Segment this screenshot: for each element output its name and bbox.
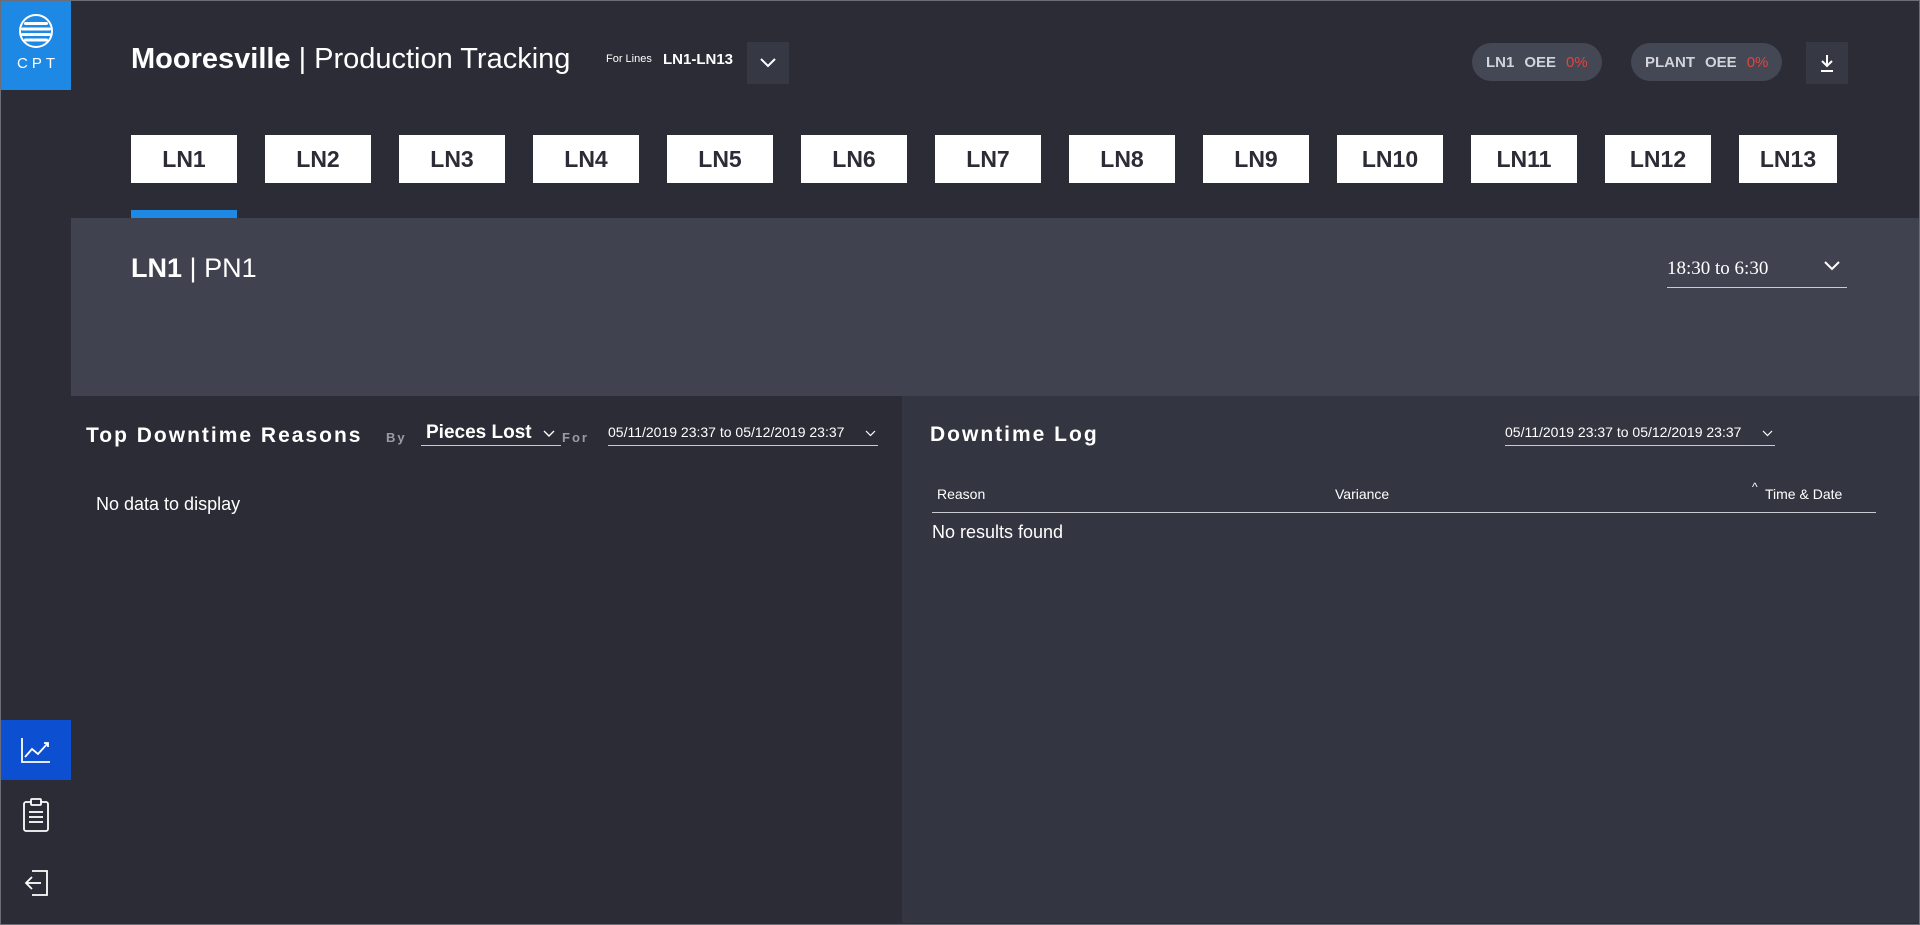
column-header-time-date[interactable]: Time & Date [1765,486,1842,502]
line-name: LN1 [131,253,183,283]
for-label: For [562,430,589,445]
tab-ln5[interactable]: LN5 [667,135,773,183]
tab-ln12[interactable]: LN12 [1605,135,1711,183]
clipboard-icon [23,798,49,832]
site-name: Mooresville [131,43,291,75]
chevron-down-icon [543,430,555,437]
chevron-down-icon [760,58,776,68]
downtime-range-value: 05/11/2019 23:37 to 05/12/2019 23:37 [608,424,845,440]
ln1-oee-badge: LN1 OEE 0% [1472,43,1602,81]
oee-badge-name: PLANT [1645,53,1695,71]
tab-ln3[interactable]: LN3 [399,135,505,183]
lines-value: LN1-LN13 [663,51,734,68]
sort-indicator-icon: ^ [1752,480,1758,494]
chevron-down-icon [865,430,876,437]
main-area: Mooresville | Production Tracking For Line… [71,1,1919,923]
lines-dropdown-button[interactable] [747,42,789,84]
page-title: Mooresville | Production Tracking [131,43,570,76]
tab-ln4[interactable]: LN4 [533,135,639,183]
metric-value: Pieces Lost [426,422,532,443]
table-header-divider [932,512,1876,513]
line-section: LN1 | PN1 18:30 to 6:30 [71,218,1919,396]
empty-results-message: No results found [932,522,1064,542]
for-lines-label: For Lines [606,53,652,65]
top-downtime-title: Top Downtime Reasons [86,424,363,447]
line-section-title: LN1 | PN1 [131,253,257,284]
tab-ln8[interactable]: LN8 [1069,135,1175,183]
chart-line-icon [21,738,50,763]
downtime-log-title: Downtime Log [930,423,1099,446]
column-header-reason[interactable]: Reason [937,486,985,502]
tab-ln7[interactable]: LN7 [935,135,1041,183]
column-header-variance[interactable]: Variance [1335,486,1389,502]
tab-ln2[interactable]: LN2 [265,135,371,183]
shift-select[interactable]: 18:30 to 6:30 [1667,254,1847,288]
tab-ln9[interactable]: LN9 [1203,135,1309,183]
chevron-down-icon [1762,430,1773,437]
part-name: PN1 [204,253,257,283]
sidebar-item-analytics[interactable] [1,720,71,780]
logout-icon [24,870,48,896]
by-label: By [386,430,407,445]
title-separator: | [298,43,307,75]
line-separator: | [189,253,197,283]
top-downtime-panel: Top Downtime Reasons By Pieces Lost For … [71,396,902,923]
metric-select[interactable]: Pieces Lost [421,420,561,446]
downtime-log-panel: Downtime Log 05/11/2019 23:37 to 05/12/2… [902,396,1919,923]
chevron-down-icon [1824,261,1840,271]
oee-badge-name: LN1 [1486,53,1515,71]
downtime-range-select[interactable]: 05/11/2019 23:37 to 05/12/2019 23:37 [608,420,878,446]
tab-ln1[interactable]: LN1 [131,135,237,183]
active-tab-indicator [131,210,237,218]
shift-value: 18:30 to 6:30 [1667,258,1769,279]
plant-oee-badge: PLANT OEE 0% [1631,43,1783,81]
logo[interactable]: CPT [1,1,71,90]
tab-ln10[interactable]: LN10 [1337,135,1443,183]
empty-message: No data to display [96,494,241,514]
globe-logo-icon [19,14,53,48]
line-tabs: LN1 LN2 LN3 LN4 LN5 LN6 LN7 LN8 LN9 LN10… [131,135,1871,219]
download-icon [1821,55,1833,72]
log-range-select[interactable]: 05/11/2019 23:37 to 05/12/2019 23:37 [1505,420,1775,446]
sidebar-item-logout[interactable] [1,853,71,913]
header: Mooresville | Production Tracking For Line… [71,1,1919,218]
oee-badge-label: OEE [1705,53,1737,71]
tab-ln13[interactable]: LN13 [1739,135,1837,183]
tab-ln6[interactable]: LN6 [801,135,907,183]
tab-ln11[interactable]: LN11 [1471,135,1577,183]
sidebar-item-clipboard[interactable] [1,785,71,845]
oee-badge-value: 0% [1566,53,1588,71]
oee-badge-label: OEE [1524,53,1557,71]
app-title: Production Tracking [314,43,571,75]
download-button[interactable] [1806,42,1848,84]
sidebar: CPT [1,1,71,923]
log-range-value: 05/11/2019 23:37 to 05/12/2019 23:37 [1505,424,1742,440]
logo-text: CPT [17,55,59,72]
oee-badge-value: 0% [1746,53,1769,71]
